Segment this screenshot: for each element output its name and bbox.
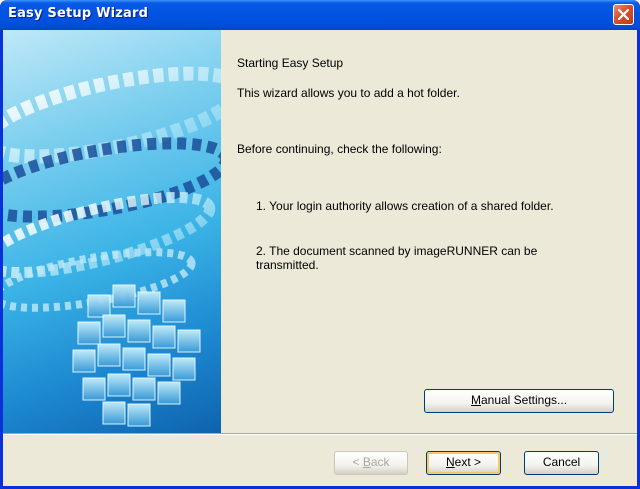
- close-icon: [618, 9, 629, 20]
- back-button[interactable]: < Back: [334, 451, 408, 475]
- button-bar-separator: [3, 433, 637, 435]
- cancel-button[interactable]: Cancel: [524, 451, 599, 475]
- checklist-item: 1. Your login authority allows creation …: [256, 199, 554, 213]
- wizard-intro-text: This wizard allows you to add a hot fold…: [237, 86, 460, 100]
- next-label: ext >: [454, 455, 482, 469]
- back-prefix: <: [352, 455, 363, 469]
- wizard-heading: Starting Easy Setup: [237, 56, 344, 70]
- window-title: Easy Setup Wizard: [8, 6, 149, 21]
- wizard-content-panel: Starting Easy Setup This wizard allows y…: [221, 30, 637, 433]
- title-bar[interactable]: Easy Setup Wizard: [0, 0, 640, 30]
- manual-settings-mnemonic: M: [470, 393, 481, 407]
- close-button[interactable]: [613, 4, 634, 25]
- wizard-banner-image: [3, 30, 221, 433]
- checklist-item: 2. The document scanned by imageRUNNER c…: [256, 244, 538, 272]
- checklist-intro-text: Before continuing, check the following:: [237, 142, 442, 156]
- back-mnemonic: B: [362, 455, 371, 469]
- back-label: ack: [370, 455, 390, 469]
- manual-settings-button[interactable]: Manual Settings...: [424, 389, 614, 413]
- next-button[interactable]: Next >: [426, 451, 501, 475]
- next-mnemonic: N: [445, 455, 455, 469]
- wizard-window: Easy Setup Wizard Starting Easy Setup Th…: [0, 0, 640, 489]
- manual-settings-label: anual Settings...: [480, 393, 568, 407]
- cube-spiral-illustration: [3, 66, 221, 427]
- dialog-client-area: Starting Easy Setup This wizard allows y…: [3, 30, 637, 486]
